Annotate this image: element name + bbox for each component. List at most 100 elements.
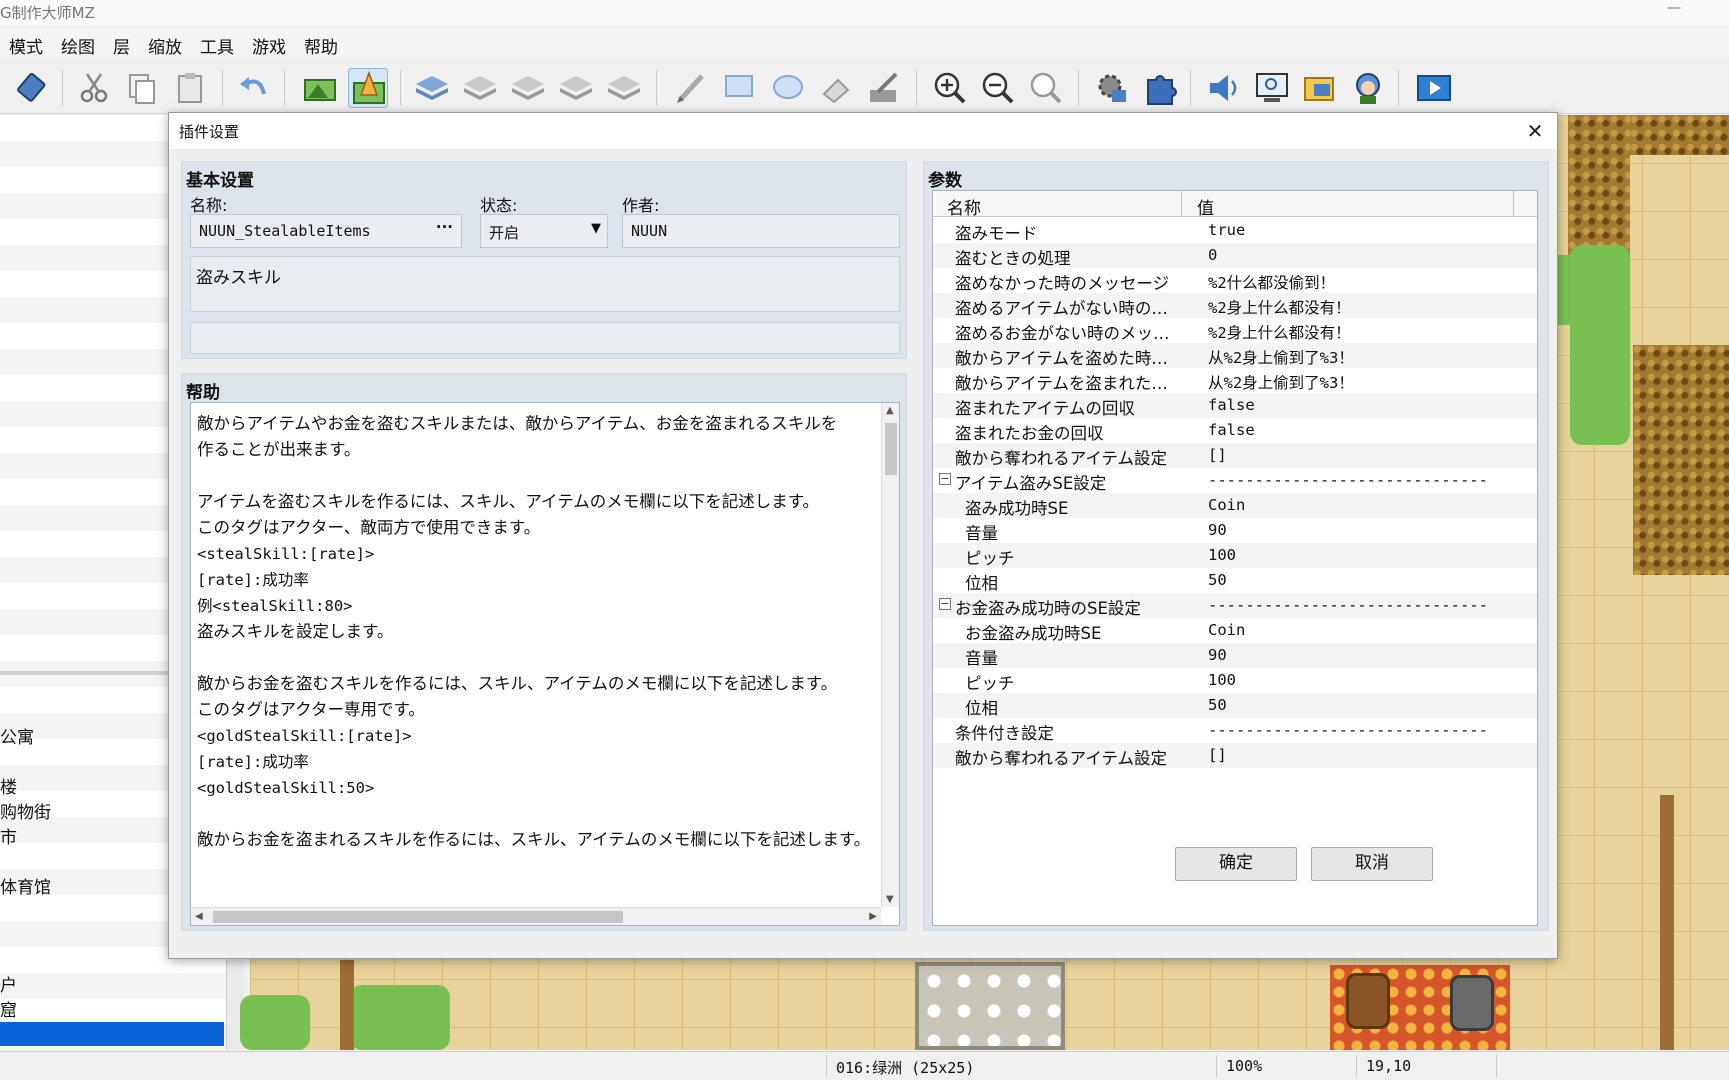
parameter-row[interactable]: 敵からアイテムを盗めた時… 从%2身上偷到了%3！ xyxy=(933,343,1537,368)
help-horizontal-scrollbar[interactable]: ◀ ▶ xyxy=(191,907,881,925)
parameter-name: 敵から奪われるアイテム設定 xyxy=(955,449,1168,468)
map-list-item[interactable]: 窟 xyxy=(0,996,17,1021)
parameter-row[interactable]: お金盗み成功時SE Coin xyxy=(933,618,1537,643)
menu-draw[interactable]: 绘图 xyxy=(52,28,104,58)
layer-e-icon[interactable] xyxy=(604,68,644,108)
parameter-row[interactable]: − お金盗み成功時のSE設定 ---------------------------… xyxy=(933,593,1537,618)
parameter-row[interactable]: 盗めるお金がない時のメッ… %2身上什么都没有！ xyxy=(933,318,1537,343)
scroll-up-icon[interactable]: ▲ xyxy=(886,405,894,416)
zoom-in-icon[interactable] xyxy=(930,68,970,108)
parameter-row[interactable]: 敵から奪われるアイテム設定 [] xyxy=(933,443,1537,468)
menu-scale[interactable]: 缩放 xyxy=(139,28,191,58)
rectangle-icon[interactable] xyxy=(720,68,760,108)
parameter-name: 盗めるアイテムがない時の… xyxy=(955,299,1168,318)
parameter-row[interactable]: 盗まれたアイテムの回収 false xyxy=(933,393,1537,418)
parameter-row[interactable]: 敵からアイテムを盗まれた… 从%2身上偷到了%3！ xyxy=(933,368,1537,393)
parameters-table: 名称 值 盗みモード true 盗むときの処理 0 盗めなかった時のメッセージ %2什么都… xyxy=(932,190,1538,926)
help-group: 帮助 敵からアイテムやお金を盗むスキルまたは、敵からアイテム、お金を盗まれるスキ… xyxy=(181,373,907,931)
description-field[interactable]: 盗みスキル xyxy=(190,256,900,312)
extra-field[interactable] xyxy=(190,322,900,354)
parameter-value: Coin xyxy=(1208,496,1246,514)
menu-help[interactable]: 帮助 xyxy=(295,28,347,58)
database-icon[interactable] xyxy=(12,68,52,108)
layer-a-icon[interactable] xyxy=(412,68,452,108)
plugin-name-field[interactable]: NUUN_StealableItems ··· xyxy=(190,214,462,248)
collapse-icon[interactable]: − xyxy=(939,598,951,610)
copy-icon[interactable] xyxy=(122,68,162,108)
parameter-row[interactable]: − アイテム盗みSE設定 -----------------------------… xyxy=(933,468,1537,493)
parameter-row[interactable]: 条件付き設定 ------------------------------ xyxy=(933,718,1537,743)
scroll-down-icon[interactable]: ▼ xyxy=(886,894,894,905)
map-list-item[interactable]: 体育馆 xyxy=(0,873,51,898)
map-list-item[interactable]: 市 xyxy=(0,823,17,848)
help-vertical-scrollbar[interactable]: ▲ ▼ xyxy=(881,403,899,907)
parameter-name: 音量 xyxy=(965,649,998,668)
playtest-icon[interactable] xyxy=(1414,68,1454,108)
menu-layer[interactable]: 层 xyxy=(104,28,139,58)
event-searcher-icon[interactable] xyxy=(1252,68,1292,108)
browse-button[interactable]: ··· xyxy=(436,218,453,236)
parameters-header: 名称 值 xyxy=(933,191,1537,219)
database-settings-icon[interactable] xyxy=(1092,68,1132,108)
help-text-area[interactable]: 敵からアイテムやお金を盗むスキルまたは、敵からアイテム、お金を盗まれるスキルを作… xyxy=(190,402,900,926)
parameter-row[interactable]: 敵から奪われるアイテム設定 [] xyxy=(933,743,1537,768)
parameter-row[interactable]: 位相 50 xyxy=(933,568,1537,593)
pencil-icon[interactable] xyxy=(672,68,712,108)
event-mode-icon[interactable] xyxy=(348,68,388,108)
parameter-value: %2身上什么都没有！ xyxy=(1208,299,1351,317)
status-select[interactable]: 开启 ▼ xyxy=(480,214,608,248)
collapse-icon[interactable]: − xyxy=(939,473,951,485)
scroll-right-icon[interactable]: ▶ xyxy=(869,911,877,922)
parameter-name: ピッチ xyxy=(965,674,1015,693)
scroll-thumb[interactable] xyxy=(885,423,897,475)
fill-icon[interactable] xyxy=(816,68,856,108)
map-mode-icon[interactable] xyxy=(300,68,340,108)
menu-mode[interactable]: 模式 xyxy=(0,28,52,58)
undo-icon[interactable] xyxy=(234,68,274,108)
character-generator-icon[interactable] xyxy=(1348,68,1388,108)
parameter-value: 0 xyxy=(1208,246,1218,264)
column-header-name[interactable]: 名称 xyxy=(947,194,981,219)
parameter-row[interactable]: 盗み成功時SE Coin xyxy=(933,493,1537,518)
scroll-left-icon[interactable]: ◀ xyxy=(195,911,203,922)
ok-button[interactable]: 确定 xyxy=(1175,847,1297,881)
zoom-out-icon[interactable] xyxy=(978,68,1018,108)
menu-game[interactable]: 游戏 xyxy=(243,28,295,58)
selected-map-item[interactable] xyxy=(0,1022,224,1046)
layer-d-icon[interactable] xyxy=(556,68,596,108)
sound-test-icon[interactable] xyxy=(1204,68,1244,108)
zoom-actual-icon[interactable] xyxy=(1026,68,1066,108)
help-line: 作ることが出来ます。 xyxy=(197,440,361,459)
shadow-pen-icon[interactable] xyxy=(864,68,904,108)
parameter-row[interactable]: 位相 50 xyxy=(933,693,1537,718)
scroll-thumb[interactable] xyxy=(213,911,623,923)
layer-b-icon[interactable] xyxy=(460,68,500,108)
close-icon[interactable]: ✕ xyxy=(1523,119,1547,143)
ellipse-icon[interactable] xyxy=(768,68,808,108)
author-field[interactable]: NUUN xyxy=(622,214,900,248)
resource-manager-icon[interactable] xyxy=(1300,68,1340,108)
parameter-row[interactable]: 盗むときの処理 0 xyxy=(933,243,1537,268)
map-list-item[interactable]: 公寓 xyxy=(0,723,34,748)
plugin-manager-icon[interactable] xyxy=(1140,68,1180,108)
column-header-value[interactable]: 值 xyxy=(1197,194,1214,219)
cut-icon[interactable] xyxy=(74,68,114,108)
parameter-row[interactable]: 盗めなかった時のメッセージ %2什么都没偷到！ xyxy=(933,268,1537,293)
minimize-button[interactable]: — xyxy=(1659,0,1689,20)
menu-tools[interactable]: 工具 xyxy=(191,28,243,58)
map-list-item[interactable]: 购物街 xyxy=(0,798,51,823)
parameter-row[interactable]: 音量 90 xyxy=(933,643,1537,668)
parameter-row[interactable]: 盗めるアイテムがない時の… %2身上什么都没有！ xyxy=(933,293,1537,318)
parameter-row[interactable]: 盗まれたお金の回収 false xyxy=(933,418,1537,443)
parameter-row[interactable]: 音量 90 xyxy=(933,518,1537,543)
map-list-item[interactable]: 户 xyxy=(0,971,17,996)
parameter-row[interactable]: 盗みモード true xyxy=(933,218,1537,243)
map-list-item[interactable]: 楼 xyxy=(0,773,17,798)
parameter-name: 盗み成功時SE xyxy=(965,499,1069,518)
paste-icon[interactable] xyxy=(170,68,210,108)
parameter-row[interactable]: ピッチ 100 xyxy=(933,543,1537,568)
parameter-name: 盗まれたアイテムの回収 xyxy=(955,399,1135,418)
cancel-button[interactable]: 取消 xyxy=(1311,847,1433,881)
parameter-row[interactable]: ピッチ 100 xyxy=(933,668,1537,693)
layer-c-icon[interactable] xyxy=(508,68,548,108)
